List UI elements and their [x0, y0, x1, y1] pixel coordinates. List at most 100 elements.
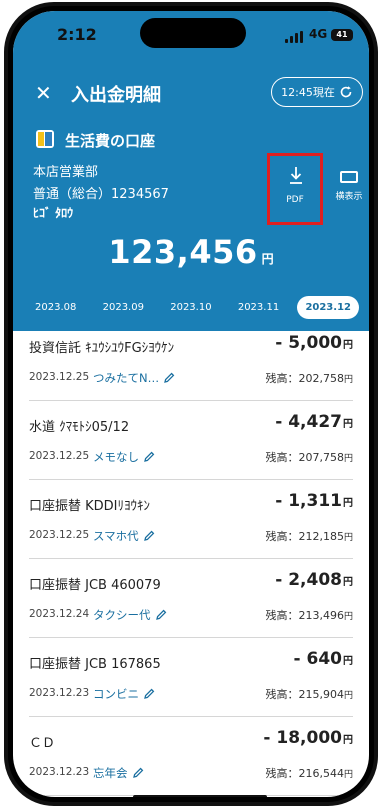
amount-unit: 円	[343, 419, 353, 430]
running-balance: 残高：216,544円	[265, 765, 353, 781]
balance-value: 残高：202,758	[265, 372, 344, 385]
running-balance: 残高：212,185円	[265, 528, 353, 544]
amount-value: - 2,408	[275, 570, 342, 590]
account-color-icon	[36, 130, 54, 148]
transaction-description: 口座振替 JCB 460079	[29, 578, 161, 593]
account-header: 2:12 4G 41 ✕ 入出金明細 12:45現在 生活費の口座 本店営業部 …	[13, 11, 369, 331]
amount-unit: 円	[343, 498, 353, 509]
pdf-button[interactable]: PDF	[267, 153, 323, 225]
memo-text: タクシー代	[93, 608, 151, 622]
download-icon	[290, 167, 302, 184]
month-tab[interactable]: 2023.08	[27, 296, 84, 319]
screen: 2:12 4G 41 ✕ 入出金明細 12:45現在 生活費の口座 本店営業部 …	[13, 11, 369, 797]
transaction-row[interactable]: 口座振替 JCB 167865- 640円 2023.12.23 コンビニ 残高：21…	[29, 647, 353, 717]
amount-value: - 640	[293, 649, 342, 669]
balance-value: 残高：212,185	[265, 530, 344, 543]
pencil-icon[interactable]	[155, 609, 167, 621]
transaction-row[interactable]: 水道 ｸﾏﾓﾄｼ05/12- 4,427円 2023.12.25 メモなし 残高：20…	[29, 410, 353, 480]
network-label: 4G	[309, 27, 328, 41]
pencil-icon[interactable]	[132, 767, 144, 779]
memo-text: コンビニ	[93, 687, 139, 701]
total-balance: 123,456 円	[13, 233, 369, 271]
amount-value: - 18,000	[263, 728, 342, 748]
memo-link[interactable]: スマホ代	[93, 528, 155, 544]
transaction-description: 口座振替 JCB 167865	[29, 657, 161, 672]
transaction-amount: - 4,427円	[275, 412, 353, 432]
amount-unit: 円	[343, 577, 353, 588]
memo-link[interactable]: コンビニ	[93, 686, 155, 702]
amount-value: - 4,427	[275, 412, 342, 432]
dynamic-island	[140, 18, 246, 48]
branch-name: 本店営業部	[33, 165, 99, 180]
status-bar: 2:12 4G 41	[13, 11, 369, 55]
pencil-icon[interactable]	[143, 530, 155, 542]
balance-value: 残高：213,496	[265, 609, 344, 622]
transaction-date: 2023.12.25	[29, 371, 90, 383]
memo-text: メモなし	[93, 450, 139, 464]
balance-unit: 円	[343, 691, 353, 701]
balance-value: 残高：215,904	[265, 688, 344, 701]
balance-unit: 円	[343, 533, 353, 543]
balance-unit: 円	[343, 612, 353, 622]
transaction-description: ＣＤ	[29, 736, 56, 751]
running-balance: 残高：213,496円	[265, 607, 353, 623]
balance-amount: 123,456	[108, 233, 258, 271]
balance-value: 残高：207,758	[265, 451, 344, 464]
transaction-row[interactable]: ＣＤ - 18,000円 2023.12.23 忘年会 残高：216,544円	[29, 726, 353, 796]
amount-unit: 円	[343, 656, 353, 667]
signal-icon	[285, 31, 305, 43]
pencil-icon[interactable]	[143, 688, 155, 700]
pencil-icon[interactable]	[163, 372, 175, 384]
transaction-amount: - 18,000円	[263, 728, 353, 748]
memo-text: スマホ代	[93, 529, 139, 543]
month-selector: 2023.08 2023.09 2023.10 2023.11 2023.12	[27, 293, 359, 321]
pdf-label: PDF	[286, 195, 304, 205]
amount-unit: 円	[343, 340, 353, 351]
refresh-button[interactable]: 12:45現在	[271, 77, 363, 107]
transaction-date: 2023.12.23	[29, 687, 90, 699]
transaction-row[interactable]: 口座振替 KDDIﾘﾖｳｷﾝ - 1,311円 2023.12.25 スマホ代 残高：2…	[29, 489, 353, 559]
transaction-amount: - 5,000円	[275, 333, 353, 353]
month-tab[interactable]: 2023.09	[95, 296, 152, 319]
amount-unit: 円	[343, 735, 353, 746]
account-number: 普通（総合）1234567	[33, 187, 169, 202]
memo-link[interactable]: 忘年会	[93, 765, 144, 781]
landscape-icon	[340, 171, 358, 183]
balance-unit: 円	[343, 454, 353, 464]
balance-unit: 円	[261, 252, 274, 266]
amount-value: - 1,311	[275, 491, 342, 511]
month-tab[interactable]: 2023.11	[230, 296, 287, 319]
running-balance: 残高：207,758円	[265, 449, 353, 465]
month-tab[interactable]: 2023.12	[297, 295, 359, 319]
transaction-date: 2023.12.25	[29, 529, 90, 541]
pencil-icon[interactable]	[143, 451, 155, 463]
refresh-icon	[340, 86, 352, 98]
transaction-date: 2023.12.23	[29, 766, 90, 778]
amount-value: - 5,000	[275, 333, 342, 353]
account-name: 生活費の口座	[65, 132, 156, 150]
transaction-row[interactable]: 投資信託 ｷﾕｳｼﾕｳFGｼﾖｳｹﾝ - 5,000円 2023.12.25 つみたて…	[29, 331, 353, 401]
transaction-description: 投資信託 ｷﾕｳｼﾕｳFGｼﾖｳｹﾝ	[29, 341, 175, 356]
memo-link[interactable]: タクシー代	[93, 607, 167, 623]
horizontal-view-button[interactable]: 横表示	[329, 171, 369, 202]
close-icon[interactable]: ✕	[35, 81, 52, 105]
transaction-amount: - 1,311円	[275, 491, 353, 511]
status-time: 2:12	[57, 25, 97, 44]
account-holder: ﾋｺﾞ ﾀﾛｳ	[33, 206, 74, 220]
balance-unit: 円	[343, 375, 353, 385]
transaction-date: 2023.12.25	[29, 450, 90, 462]
refresh-time-label: 12:45現在	[281, 86, 335, 99]
transaction-description: 水道 ｸﾏﾓﾄｼ05/12	[29, 420, 130, 435]
month-tab[interactable]: 2023.10	[162, 296, 219, 319]
transaction-row[interactable]: 口座振替 JCB 460079- 2,408円 2023.12.24 タクシー代 残高…	[29, 568, 353, 638]
running-balance: 残高：215,904円	[265, 686, 353, 702]
memo-text: つみたてN…	[93, 371, 160, 385]
transaction-date: 2023.12.24	[29, 608, 90, 620]
transaction-amount: - 2,408円	[275, 570, 353, 590]
transaction-amount: - 640円	[294, 649, 353, 669]
battery-icon: 41	[331, 29, 353, 41]
balance-value: 残高：216,544	[265, 767, 344, 780]
memo-link[interactable]: つみたてN…	[93, 370, 175, 386]
memo-text: 忘年会	[93, 766, 128, 780]
memo-link[interactable]: メモなし	[93, 449, 155, 465]
